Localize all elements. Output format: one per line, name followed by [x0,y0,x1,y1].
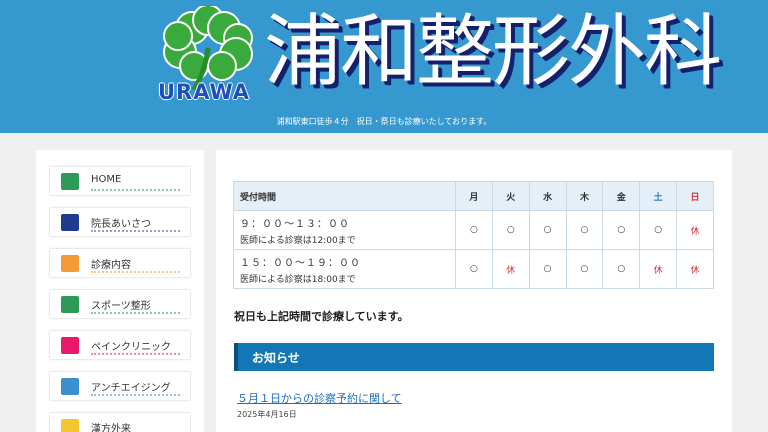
dotted-underline [91,353,180,355]
column-header: 水 [528,181,567,211]
dotted-underline [91,271,180,273]
sidebar-nav: HOME 院長あいさつ 診療内容 スポーツ整形 ペインクリニック アンチエイジン… [36,150,204,432]
sidebar-item-label: 漢方外来 [91,424,131,432]
table-cell: ○ [491,210,530,250]
news-item-link[interactable]: ５月１日からの診察予約に関して [237,390,402,406]
time-range: １５：００～１９：００ [240,257,361,269]
sidebar-item-label: ペインクリニック [91,342,171,353]
anti-aging-color-square-icon [61,378,79,395]
office-hours-table: 受付時間 月 火 水 木 金 土 日 ９：００～１３：００ 医師による診察は12… [233,181,714,289]
table-cell: ○ [639,210,678,250]
dotted-underline [91,230,180,232]
column-header-saturday: 土 [639,181,678,211]
column-header: 火 [491,181,530,211]
table-row: １５：００～１９：００ 医師による診察は18:00まで ○ 休 ○ ○ ○ 休 … [233,249,714,289]
site-header: URAWA 浦和整形外科 浦和駅東口徒歩４分 祝日・祭日も診療いたしております。 [0,0,768,133]
news-heading-bar: お知らせ [234,343,714,371]
sidebar-item-pain-clinic[interactable]: ペインクリニック [50,331,190,359]
table-cell: 休 [676,249,714,289]
time-cell: ９：００～１３：００ 医師による診察は12:00まで [233,210,456,250]
site-title[interactable]: 浦和整形外科 [264,4,722,100]
table-cell: ○ [602,210,641,250]
table-cell: ○ [528,210,567,250]
table-cell: ○ [455,210,493,250]
home-color-square-icon [61,173,79,190]
sidebar-item-greeting[interactable]: 院長あいさつ [50,208,190,236]
header-tagline: 浦和駅東口徒歩４分 祝日・祭日も診療いたしております。 [276,117,492,126]
table-header-row: 受付時間 月 火 水 木 金 土 日 [233,181,714,211]
time-cell: １５：００～１９：００ 医師による診察は18:00まで [233,249,456,289]
table-cell: ○ [565,249,604,289]
time-range: ９：００～１３：００ [240,218,350,230]
logo-text: URAWA [158,80,251,104]
sidebar-item-anti-aging[interactable]: アンチエイジング [50,372,190,400]
dotted-underline [91,394,180,396]
sidebar-item-kampo[interactable]: 漢方外来 [50,413,190,432]
table-row: ９：００～１３：００ 医師による診察は12:00まで ○ ○ ○ ○ ○ ○ 休 [233,210,714,250]
sidebar-item-label: スポーツ整形 [91,301,151,312]
table-cell: ○ [528,249,567,289]
column-header-sunday: 日 [676,181,714,211]
column-header: 木 [565,181,604,211]
news-heading: お知らせ [252,351,300,365]
table-cell: ○ [455,249,493,289]
dotted-underline [91,189,180,191]
sidebar-item-label: アンチエイジング [91,383,171,394]
time-note: 医師による診察は12:00まで [240,235,356,246]
sports-color-square-icon [61,296,79,313]
table-cell: ○ [602,249,641,289]
column-header: 月 [455,181,493,211]
pain-clinic-color-square-icon [61,337,79,354]
dotted-underline [91,312,180,314]
holiday-notice: 祝日も上記時間で診療しています。 [234,310,409,323]
time-note: 医師による診察は18:00まで [240,274,356,285]
table-cell: 休 [491,249,530,289]
table-cell: ○ [565,210,604,250]
column-header: 金 [602,181,641,211]
sidebar-item-label: 院長あいさつ [91,219,151,230]
services-color-square-icon [61,255,79,272]
table-cell: 休 [676,210,714,250]
sidebar-item-label: HOME [91,174,122,185]
sidebar-item-label: 診療内容 [91,260,131,271]
sidebar-item-home[interactable]: HOME [50,167,190,195]
sidebar-item-services[interactable]: 診療内容 [50,249,190,277]
sidebar-item-sports[interactable]: スポーツ整形 [50,290,190,318]
table-cell: 休 [639,249,678,289]
column-header: 受付時間 [233,181,456,211]
news-item-date: 2025年4月16日 [237,410,297,419]
main-content: 受付時間 月 火 水 木 金 土 日 ９：００～１３：００ 医師による診察は12… [216,150,732,432]
greeting-color-square-icon [61,214,79,231]
kampo-color-square-icon [61,419,79,432]
